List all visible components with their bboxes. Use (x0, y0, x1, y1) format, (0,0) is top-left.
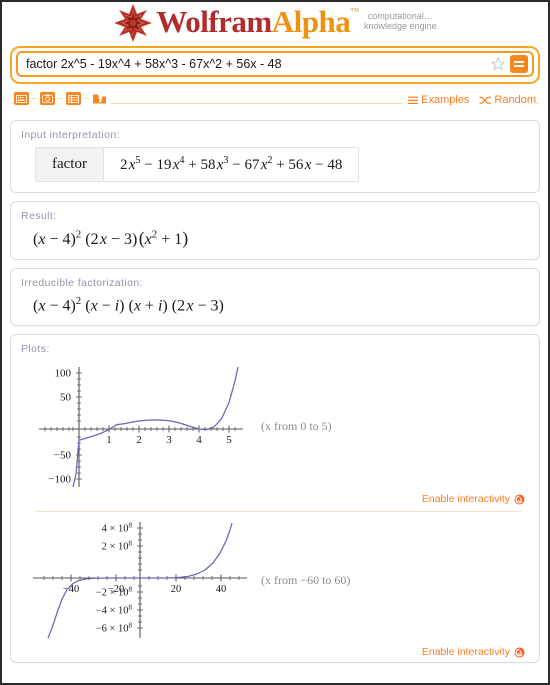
enable-interactivity-2[interactable]: Enable interactivity (21, 646, 529, 658)
wolfram-alpha-page: Wolfram Alpha ™ computational… knowledge e… (0, 0, 550, 685)
plot-1-range-note: (x from 0 to 5) (261, 418, 332, 433)
search-input[interactable] (26, 57, 490, 71)
enable-interactivity-label: Enable interactivity (421, 493, 510, 506)
svg-text:−20: −20 (108, 584, 124, 595)
svg-text:3: 3 (166, 434, 172, 446)
interpretation-table: factor 2 x5 − 19 x4 + 58 x3 − 67 x2 + 56… (35, 147, 360, 182)
svg-text:5: 5 (226, 434, 232, 446)
pod-body: factor 2 x5 − 19 x4 + 58 x3 − 67 x2 + 56… (21, 147, 529, 182)
table-icon[interactable] (66, 92, 81, 105)
brand-tagline: computational… knowledge engine (364, 11, 437, 31)
wordmark: Wolfram Alpha ™ (156, 6, 359, 37)
svg-text:2: 2 (136, 434, 142, 446)
spiral-refresh-icon (514, 647, 525, 658)
random-label: Random (494, 94, 536, 106)
plot-row-1: 100 50 −50 −100 1 2 3 4 5 (x from 0 to 5… (21, 361, 529, 491)
examples-link[interactable]: Examples (408, 94, 469, 106)
svg-text:−50: −50 (54, 450, 72, 462)
strip-dash-3 (84, 98, 89, 99)
keyboard-icon[interactable] (14, 92, 29, 105)
pod-title: Plots: (21, 343, 50, 356)
svg-text:4: 4 (196, 434, 202, 446)
svg-text:100: 100 (55, 368, 72, 380)
pod-title: Input interpretation: (21, 129, 120, 141)
trademark-symbol: ™ (350, 6, 360, 16)
plot-2-range-note: (x from −60 to 60) (261, 572, 351, 587)
plot-block-1: 100 50 −50 −100 1 2 3 4 5 (x from 0 to 5… (21, 361, 529, 505)
pod-title: Irreducible factorization: (21, 277, 143, 289)
camera-icon[interactable] (40, 92, 55, 105)
pod-title: Result: (21, 210, 57, 222)
toolbar-links: Examples Random (402, 94, 536, 106)
spikey-polyhedron-icon (113, 3, 153, 43)
search-area (10, 46, 540, 92)
plot-1-graphic[interactable]: 100 50 −50 −100 1 2 3 4 5 (21, 361, 261, 491)
site-header: Wolfram Alpha ™ computational… knowledge e… (2, 2, 548, 46)
shuffle-icon (479, 95, 491, 104)
tagline-line-1: computational… (367, 11, 433, 21)
examples-label: Examples (421, 94, 470, 106)
enable-interactivity-label: Enable interactivity (421, 646, 510, 659)
pod-input-interpretation: Input interpretation: factor 2 x5 − 19 x… (10, 120, 540, 193)
svg-text:20: 20 (171, 584, 182, 595)
plot-row-2: 4 × 108 2 × 108 −2 × 108 −4 × 108 −6 × 1… (21, 516, 529, 644)
brand-wolfram: Wolfram (156, 4, 272, 39)
plot-2-graphic[interactable]: 4 × 108 2 × 108 −2 × 108 −4 × 108 −6 × 1… (21, 516, 261, 644)
enable-interactivity-1[interactable]: Enable interactivity (21, 493, 529, 505)
brand-alpha: Alpha (271, 4, 351, 39)
svg-text:50: 50 (60, 392, 72, 404)
wolframalpha-logo[interactable]: Wolfram Alpha ™ computational… knowledge e… (113, 2, 437, 43)
star-icon[interactable] (490, 56, 506, 72)
result-expression: (x − 4)2 (2 x − 3) (x2 + 1) (33, 228, 189, 248)
pod-body: (x − 4)2 (x − i) (x + i) (2 x − 3) (21, 295, 529, 315)
interpretation-expression: 2 x5 − 19 x4 + 58 x3 − 67 x2 + 56 x − 48 (103, 148, 359, 181)
submit-equals-button[interactable] (510, 55, 528, 73)
svg-text:4 × 108: 4 × 108 (102, 522, 133, 535)
random-link[interactable]: Random (479, 94, 536, 106)
spiral-refresh-icon (514, 494, 525, 505)
svg-text:−4 × 108: −4 × 108 (96, 604, 133, 617)
svg-text:−100: −100 (48, 474, 71, 486)
search-box[interactable] (16, 51, 534, 77)
strip-dash-2 (58, 98, 63, 99)
hamburger-icon (408, 96, 419, 104)
plot-separator (35, 511, 521, 513)
pod-plots: Plots: 100 50 −50 −100 1 2 3 4 5 (x from… (10, 334, 540, 664)
pod-irreducible-factorization: Irreducible factorization: (x − 4)2 (x −… (10, 268, 540, 327)
toolbar-strip: Examples Random (12, 92, 538, 114)
pod-body: (x − 4)2 (2 x − 3) (x2 + 1) (21, 228, 529, 249)
page-inner: Wolfram Alpha ™ computational… knowledge e… (2, 2, 548, 683)
svg-text:−6 × 108: −6 × 108 (96, 622, 133, 635)
upload-icon[interactable] (92, 92, 107, 105)
toolbar-icons (14, 92, 111, 105)
results-pods: Input interpretation: factor 2 x5 − 19 x… (10, 120, 540, 664)
svg-text:2 × 108: 2 × 108 (102, 540, 133, 553)
strip-dash-1 (32, 98, 37, 99)
irreducible-expression: (x − 4)2 (x − i) (x + i) (2 x − 3) (33, 295, 224, 315)
plot-block-2: 4 × 108 2 × 108 −2 × 108 −4 × 108 −6 × 1… (21, 516, 529, 658)
svg-text:40: 40 (216, 584, 227, 595)
pod-result: Result: (x − 4)2 (2 x − 3) (x2 + 1) (10, 201, 540, 260)
tagline-line-2: knowledge engine (364, 21, 437, 31)
interpretation-operation: factor (36, 148, 104, 181)
svg-text:1: 1 (106, 434, 112, 446)
